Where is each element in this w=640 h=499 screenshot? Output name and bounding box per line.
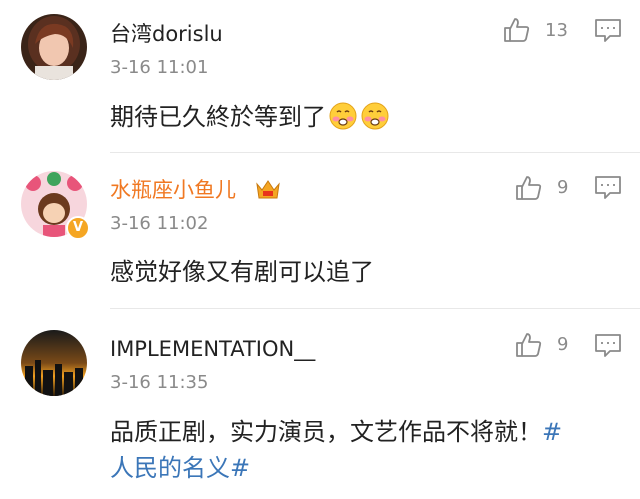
hashtag-link[interactable]: 人民的名义# (110, 454, 250, 482)
reply-icon[interactable] (594, 333, 622, 359)
comment-text: 期待已久終於等到了 (110, 99, 390, 135)
vip-crown-icon (255, 178, 281, 202)
username[interactable]: 台湾dorislu (110, 21, 223, 47)
smiling-blushing-emoji-icon (360, 101, 390, 131)
avatar[interactable] (21, 14, 87, 80)
like-icon[interactable] (503, 16, 531, 44)
reply-icon[interactable] (594, 18, 622, 44)
like-icon[interactable] (515, 331, 543, 359)
comment-time: 3-16 11:02 (110, 213, 209, 234)
hashtag-link[interactable]: # (542, 418, 562, 446)
comment-text: 感觉好像又有剧可以追了 (110, 258, 374, 286)
smiling-blushing-emoji-icon (328, 101, 358, 131)
comment-time: 3-16 11:35 (110, 372, 209, 393)
comment-time: 3-16 11:01 (110, 57, 209, 78)
username[interactable]: 水瓶座小鱼儿 (110, 177, 236, 203)
like-count: 13 (545, 20, 568, 41)
divider (110, 308, 640, 309)
avatar[interactable] (21, 330, 87, 396)
divider (110, 152, 640, 153)
username[interactable]: IMPLEMENTATION__ (110, 336, 315, 362)
like-count: 9 (557, 177, 569, 198)
like-icon[interactable] (515, 174, 543, 202)
reply-icon[interactable] (594, 175, 622, 201)
like-count: 9 (557, 334, 569, 355)
verified-badge-icon: V (66, 216, 90, 240)
comment-text: 品质正剧，实力演员，文艺作品不将就！# 人民的名义# (110, 418, 563, 482)
